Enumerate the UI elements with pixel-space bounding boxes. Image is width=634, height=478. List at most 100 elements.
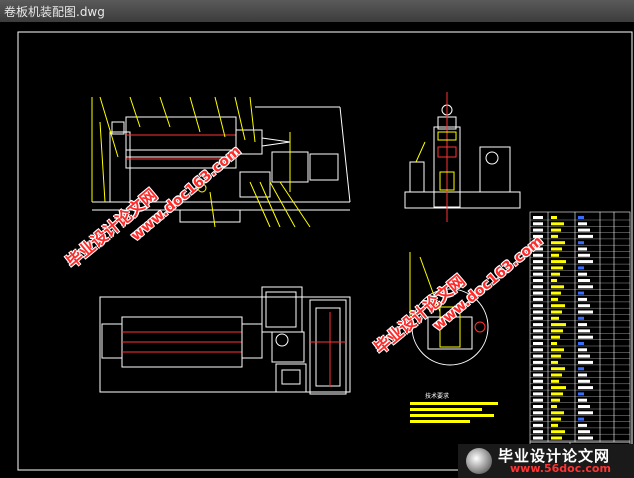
- bom-cell-material: [578, 228, 590, 232]
- bom-cell-name: [551, 367, 565, 371]
- bom-cell-material: [578, 329, 590, 333]
- bom-cell-index: [533, 310, 543, 314]
- bom-cell-name: [551, 335, 560, 339]
- bom-cell-name: [551, 241, 565, 245]
- bom-cell-material: [578, 247, 587, 251]
- bom-cell-material: [578, 297, 587, 301]
- bom-cell-name: [551, 354, 561, 358]
- bom-cell-name: [551, 373, 562, 377]
- bom-cell-index: [533, 266, 543, 270]
- bom-cell-index: [533, 436, 543, 440]
- bom-cell-index: [533, 297, 543, 301]
- bom-cell-name: [551, 234, 558, 238]
- bom-cell-index: [533, 423, 543, 427]
- bom-cell-index: [533, 304, 543, 308]
- bom-cell-material: [578, 392, 584, 396]
- bom-cell-name: [551, 253, 559, 257]
- cad-canvas[interactable]: 技术要求 毕业设计论文网 www.doc163.com 毕业设计论文网 www.…: [0, 22, 634, 478]
- bom-cell-material: [578, 234, 593, 238]
- drawing-border: [17, 31, 633, 471]
- bom-cell-index: [533, 348, 543, 352]
- bom-cell-index: [533, 398, 543, 402]
- bom-cell-index: [533, 417, 543, 421]
- bom-cell-name: [551, 297, 558, 301]
- bom-cell-material: [578, 411, 593, 415]
- bom-cell-name: [551, 360, 558, 364]
- bom-cell-material: [578, 304, 590, 308]
- bom-cell-material: [578, 405, 590, 408]
- bom-cell-index: [533, 260, 543, 264]
- bom-cell-index: [533, 354, 543, 358]
- bom-cell-index: [533, 411, 543, 415]
- bom-cell-index: [533, 291, 543, 295]
- bom-cell-index: [533, 222, 543, 226]
- bom-cell-material: [578, 323, 587, 327]
- window-titlebar: 卷板机装配图.dwg: [0, 0, 634, 23]
- bom-cell-name: [551, 310, 562, 314]
- side-view: [404, 92, 521, 222]
- bom-cell-material: [578, 398, 587, 402]
- bom-cell-name: [551, 417, 561, 421]
- bom-cell-index: [533, 360, 543, 364]
- bom-cell-name: [551, 247, 562, 251]
- bom-cell-name: [551, 291, 561, 295]
- bom-cell-material: [578, 316, 584, 320]
- site-footer-logo: 毕业设计论文网 www.56doc.com: [458, 444, 634, 478]
- bom-cell-material: [578, 222, 587, 226]
- bom-cell-name: [551, 392, 563, 396]
- bom-cell-index: [533, 285, 543, 289]
- bom-cell-index: [533, 329, 543, 333]
- bom-cell-index: [533, 335, 543, 339]
- bom-cell-index: [533, 405, 543, 408]
- bom-cell-material: [578, 285, 593, 289]
- bom-cell-index: [533, 342, 543, 345]
- bom-cell-index: [533, 430, 543, 434]
- bom-cell-material: [578, 310, 593, 314]
- bom-cell-material: [578, 241, 584, 245]
- tech-title: 技术要求: [425, 392, 449, 400]
- bom-cell-index: [533, 392, 543, 396]
- bom-cell-name: [551, 398, 560, 402]
- bom-cell-material: [578, 260, 593, 264]
- bom-cell-name: [551, 260, 566, 264]
- window-title: 卷板机装配图.dwg: [4, 5, 105, 19]
- bom-cell-material: [578, 423, 587, 427]
- bom-cell-material: [578, 291, 584, 295]
- bom-cell-name: [551, 279, 557, 282]
- bom-cell-name: [551, 316, 559, 320]
- bom-cell-index: [533, 316, 543, 320]
- bom-cell-material: [578, 417, 584, 421]
- bom-cell-material: [578, 373, 587, 377]
- bom-cell-index: [533, 323, 543, 327]
- bom-cell-name: [551, 348, 564, 352]
- bom-cell-material: [578, 379, 590, 383]
- plan-view: [99, 286, 351, 395]
- bom-cell-material: [578, 360, 593, 364]
- bom-cell-name: [551, 342, 557, 345]
- bom-rows: [530, 216, 630, 441]
- bom-cell-name: [551, 228, 561, 232]
- bom-cell-name: [551, 430, 565, 434]
- bom-cell-material: [578, 216, 584, 219]
- bom-cell-material: [578, 279, 590, 282]
- bom-cell-name: [551, 304, 565, 308]
- bom-cell-material: [578, 354, 590, 358]
- bom-cell-index: [533, 228, 543, 232]
- bom-cell-material: [578, 430, 590, 434]
- bom-cell-index: [533, 272, 543, 276]
- bom-cell-name: [551, 329, 563, 333]
- bom-cell-name: [551, 386, 566, 390]
- bom-cell-name: [551, 423, 558, 427]
- bom-cell-index: [533, 216, 543, 219]
- bom-cell-index: [533, 279, 543, 282]
- bom-cell-name: [551, 323, 566, 327]
- bom-cell-name: [551, 411, 564, 415]
- bom-cell-name: [551, 222, 564, 226]
- bom-cell-name: [551, 436, 562, 440]
- footer-url: www.56doc.com: [510, 462, 611, 475]
- bom-cell-material: [578, 367, 584, 371]
- bom-cell-index: [533, 373, 543, 377]
- bom-cell-name: [551, 216, 557, 219]
- bom-cell-index: [533, 386, 543, 390]
- bom-cell-material: [578, 335, 593, 339]
